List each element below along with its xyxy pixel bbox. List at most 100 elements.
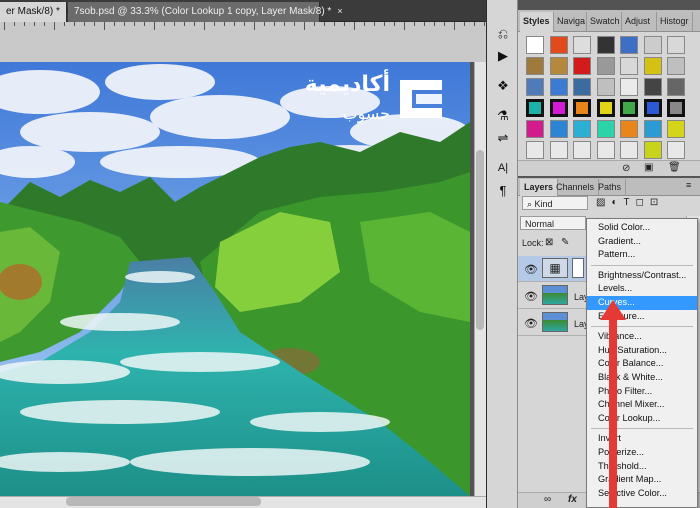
style-swatch[interactable] (596, 78, 615, 96)
document-tab-1[interactable]: er Mask/8) *× (0, 2, 71, 22)
style-swatch[interactable] (549, 57, 568, 75)
tab-channels[interactable]: Channels (552, 179, 600, 196)
ruler-tick (44, 22, 45, 26)
ruler-tick (94, 22, 95, 26)
style-swatch[interactable] (573, 57, 591, 75)
ruler-tick (354, 22, 355, 30)
style-swatch[interactable] (620, 36, 638, 54)
history-brush-icon[interactable]: ⎌ (493, 24, 513, 44)
tab-histogram[interactable]: Histogr (657, 12, 693, 32)
style-swatch[interactable] (667, 99, 685, 117)
tab-navigator[interactable]: Naviga (554, 12, 587, 32)
hsoub-logo-icon (400, 80, 442, 118)
tab-styles[interactable]: Styles (520, 12, 554, 32)
ruler-tick (304, 22, 305, 30)
style-swatch[interactable] (526, 78, 544, 96)
style-swatch[interactable] (620, 120, 638, 138)
canvas-image[interactable]: أكاديمية حسوب (0, 62, 470, 496)
paragraph-doc-icon[interactable]: ❖ (493, 76, 513, 96)
style-swatch[interactable] (596, 141, 615, 159)
style-swatch[interactable] (667, 36, 685, 54)
ruler-tick (4, 22, 5, 30)
layer-filter-kind[interactable]: ⌕ Kind (522, 196, 588, 210)
style-swatch[interactable] (596, 57, 615, 75)
ruler-tick (154, 22, 155, 30)
new-style-icon[interactable]: ▣ (644, 162, 653, 173)
style-swatch[interactable] (573, 78, 591, 96)
link-icon[interactable]: ∞ (544, 494, 551, 505)
panel-menu-icon[interactable]: ≡ (686, 180, 691, 190)
style-swatch[interactable] (573, 99, 591, 117)
style-swatch[interactable] (526, 36, 544, 54)
style-swatch[interactable] (573, 36, 591, 54)
style-swatch[interactable] (643, 141, 662, 159)
play-icon[interactable]: ▶ (493, 46, 513, 66)
type-filter-icon[interactable]: T (624, 197, 630, 209)
style-swatch[interactable] (667, 57, 685, 75)
document-tab-2[interactable]: 7sob.psd @ 33.3% (Color Lookup 1 copy, L… (68, 2, 343, 22)
watermark-arabic-top: أكاديمية (304, 72, 390, 97)
smart-filter-icon[interactable]: ⊡ (650, 197, 658, 209)
style-swatch[interactable] (526, 57, 544, 75)
menu-item[interactable]: Solid Color... (587, 221, 697, 235)
style-swatch[interactable] (526, 120, 544, 138)
paragraph-icon[interactable]: ¶ (493, 180, 513, 200)
style-swatch[interactable] (549, 78, 568, 96)
style-swatch[interactable] (667, 141, 685, 159)
style-swatch[interactable] (549, 120, 568, 138)
style-swatch[interactable] (549, 36, 568, 54)
ruler-tick (374, 22, 375, 26)
fx-icon[interactable]: fx (568, 494, 577, 505)
eye-icon[interactable]: 👁 (524, 263, 538, 276)
style-swatch[interactable] (573, 141, 591, 159)
style-swatch[interactable] (573, 120, 591, 138)
image-filter-icon[interactable]: ▨ (596, 197, 605, 209)
style-swatch[interactable] (667, 120, 685, 138)
style-swatch[interactable] (620, 99, 638, 117)
lock-paint-icon[interactable]: ✎ (561, 237, 569, 248)
menu-item[interactable]: Pattern... (587, 248, 697, 262)
eye-icon[interactable]: 👁 (524, 290, 538, 303)
style-swatch[interactable] (596, 36, 615, 54)
menu-item[interactable]: Brightness/Contrast... (587, 269, 697, 283)
ruler-tick (24, 22, 25, 26)
adjust-tool-icon[interactable]: ⚗ (493, 106, 513, 126)
tab-adjustments[interactable]: Adjust (622, 12, 657, 32)
style-swatch[interactable] (643, 57, 662, 75)
ruler-tick (64, 22, 65, 26)
eye-icon[interactable]: 👁 (524, 317, 538, 330)
style-swatch[interactable] (643, 120, 662, 138)
style-swatch[interactable] (549, 141, 568, 159)
text-tool-icon[interactable]: A| (493, 158, 513, 178)
close-icon[interactable]: × (337, 6, 342, 16)
lock-transparent-icon[interactable]: ⊠ (545, 237, 553, 248)
horizontal-scroll-thumb[interactable] (66, 497, 261, 506)
style-swatch[interactable] (620, 57, 638, 75)
blend-mode-select[interactable]: Normal (520, 216, 586, 230)
adjustment-filter-icon[interactable]: ◐ (611, 197, 617, 209)
style-swatch[interactable] (643, 36, 662, 54)
ruler-tick (84, 22, 85, 26)
vertical-scroll-thumb[interactable] (476, 150, 484, 330)
no-style-icon[interactable]: ⊘ (622, 163, 630, 174)
align-tool-icon[interactable]: ⇌ (493, 128, 513, 148)
style-swatch[interactable] (596, 99, 615, 117)
layer-mask-thumb[interactable] (572, 258, 584, 278)
trash-icon[interactable]: 🗑 (668, 162, 681, 173)
style-swatch[interactable] (620, 141, 638, 159)
style-swatch[interactable] (667, 78, 685, 96)
style-swatch[interactable] (643, 78, 662, 96)
tab-swatches[interactable]: Swatch (587, 12, 622, 32)
style-swatch[interactable] (620, 78, 638, 96)
menu-item[interactable]: Gradient... (587, 235, 697, 249)
tab-paths[interactable]: Paths (594, 179, 627, 196)
ruler-tick (404, 22, 405, 30)
layer-filter-icons: ▨ ◐ T ◻ ⊡ (596, 197, 686, 209)
style-swatch[interactable] (549, 99, 568, 117)
shape-filter-icon[interactable]: ◻ (636, 197, 644, 209)
style-swatch[interactable] (526, 99, 544, 117)
style-swatch[interactable] (526, 141, 544, 159)
style-swatch[interactable] (643, 99, 662, 117)
menu-item[interactable]: Levels... (587, 282, 697, 296)
style-swatch[interactable] (596, 120, 615, 138)
